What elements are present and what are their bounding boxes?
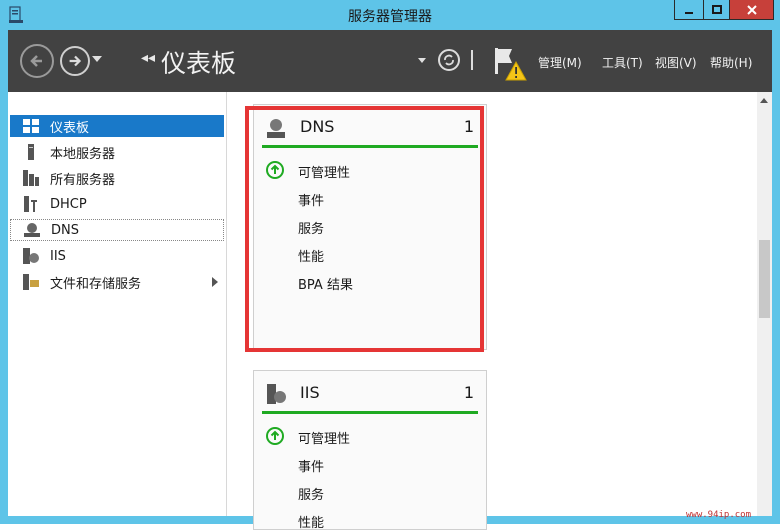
storage-icon bbox=[22, 274, 40, 290]
dns-icon bbox=[23, 222, 41, 238]
back-arrow-icon bbox=[30, 55, 42, 67]
sidebar-item-dhcp[interactable]: DHCP bbox=[10, 193, 224, 215]
server-icon bbox=[22, 144, 40, 160]
forward-arrow-icon bbox=[69, 55, 82, 67]
refresh-icon[interactable] bbox=[438, 49, 460, 71]
tile-row-manageability[interactable]: 可管理性 bbox=[298, 428, 350, 447]
sidebar-item-label: 所有服务器 bbox=[50, 172, 116, 188]
maximize-button[interactable] bbox=[703, 0, 730, 20]
scroll-up-icon[interactable] bbox=[760, 98, 768, 103]
vertical-scrollbar[interactable] bbox=[757, 92, 772, 516]
dashboard-icon bbox=[22, 118, 40, 134]
navigation-sidebar: 仪表板 本地服务器 所有服务器 DHCP DNS IIS 文件和存储服务 bbox=[8, 92, 227, 516]
forward-button[interactable] bbox=[60, 46, 90, 76]
menu-help[interactable]: 帮助(H) bbox=[710, 54, 752, 71]
window-frame-left bbox=[0, 30, 8, 524]
sidebar-item-all-servers[interactable]: 所有服务器 bbox=[10, 167, 224, 189]
close-button[interactable] bbox=[729, 0, 774, 20]
sidebar-item-label: 本地服务器 bbox=[50, 146, 116, 162]
red-highlight-box bbox=[245, 106, 484, 352]
tile-row-events[interactable]: 事件 bbox=[298, 456, 324, 475]
window-frame-right bbox=[772, 30, 780, 524]
menu-tools[interactable]: 工具(T) bbox=[602, 54, 643, 71]
history-dropdown-icon[interactable] bbox=[92, 56, 102, 62]
sidebar-item-dns[interactable]: DNS bbox=[10, 219, 224, 241]
maximize-icon bbox=[711, 4, 722, 14]
minimize-button[interactable] bbox=[674, 0, 704, 20]
breadcrumb-dropdown-icon[interactable] bbox=[418, 58, 426, 63]
dhcp-icon bbox=[22, 196, 40, 212]
minimize-icon bbox=[685, 11, 693, 14]
tile-row-services[interactable]: 服务 bbox=[298, 484, 324, 503]
sidebar-item-label: DHCP bbox=[50, 196, 87, 212]
sidebar-item-iis[interactable]: IIS bbox=[10, 245, 224, 267]
tile-count: 1 bbox=[463, 383, 474, 402]
sidebar-item-label: 仪表板 bbox=[50, 120, 90, 136]
expand-arrow-icon[interactable] bbox=[212, 277, 218, 287]
tile-row-performance[interactable]: 性能 bbox=[298, 512, 324, 531]
sidebar-item-label: IIS bbox=[50, 248, 66, 264]
scrollbar-thumb[interactable] bbox=[759, 240, 770, 318]
status-ok-icon bbox=[266, 427, 284, 445]
notifications-flag-icon[interactable] bbox=[492, 46, 532, 84]
watermark: www.94ip.com bbox=[686, 510, 752, 520]
window-title: 服务器管理器 bbox=[348, 9, 432, 25]
toolbar: ◂◂ 仪表板 管理(M) 工具(T) 视图(V) 帮助(H) bbox=[8, 30, 772, 92]
servers-icon bbox=[22, 170, 40, 186]
back-button[interactable] bbox=[20, 44, 54, 78]
tile-title: IIS bbox=[300, 383, 320, 402]
close-icon bbox=[746, 4, 757, 15]
sidebar-item-label: 文件和存储服务 bbox=[50, 276, 142, 292]
sidebar-item-local-server[interactable]: 本地服务器 bbox=[10, 141, 224, 163]
iis-icon bbox=[267, 384, 286, 404]
breadcrumb: 仪表板 bbox=[161, 49, 237, 78]
sidebar-item-label: DNS bbox=[51, 222, 79, 238]
tile-header[interactable]: IIS 1 bbox=[262, 381, 478, 409]
role-tile-iis[interactable]: IIS 1 可管理性 事件 服务 性能 bbox=[253, 370, 487, 531]
breadcrumb-chevron-icon: ◂◂ bbox=[141, 50, 156, 66]
tile-status-bar bbox=[262, 411, 478, 414]
sidebar-item-dashboard[interactable]: 仪表板 bbox=[10, 115, 224, 137]
menu-manage[interactable]: 管理(M) bbox=[538, 54, 582, 71]
title-bar: 服务器管理器 bbox=[0, 0, 780, 30]
menu-view[interactable]: 视图(V) bbox=[655, 54, 697, 71]
sidebar-item-file-storage[interactable]: 文件和存储服务 bbox=[10, 271, 224, 293]
iis-icon bbox=[22, 248, 40, 264]
toolbar-separator bbox=[471, 50, 473, 70]
